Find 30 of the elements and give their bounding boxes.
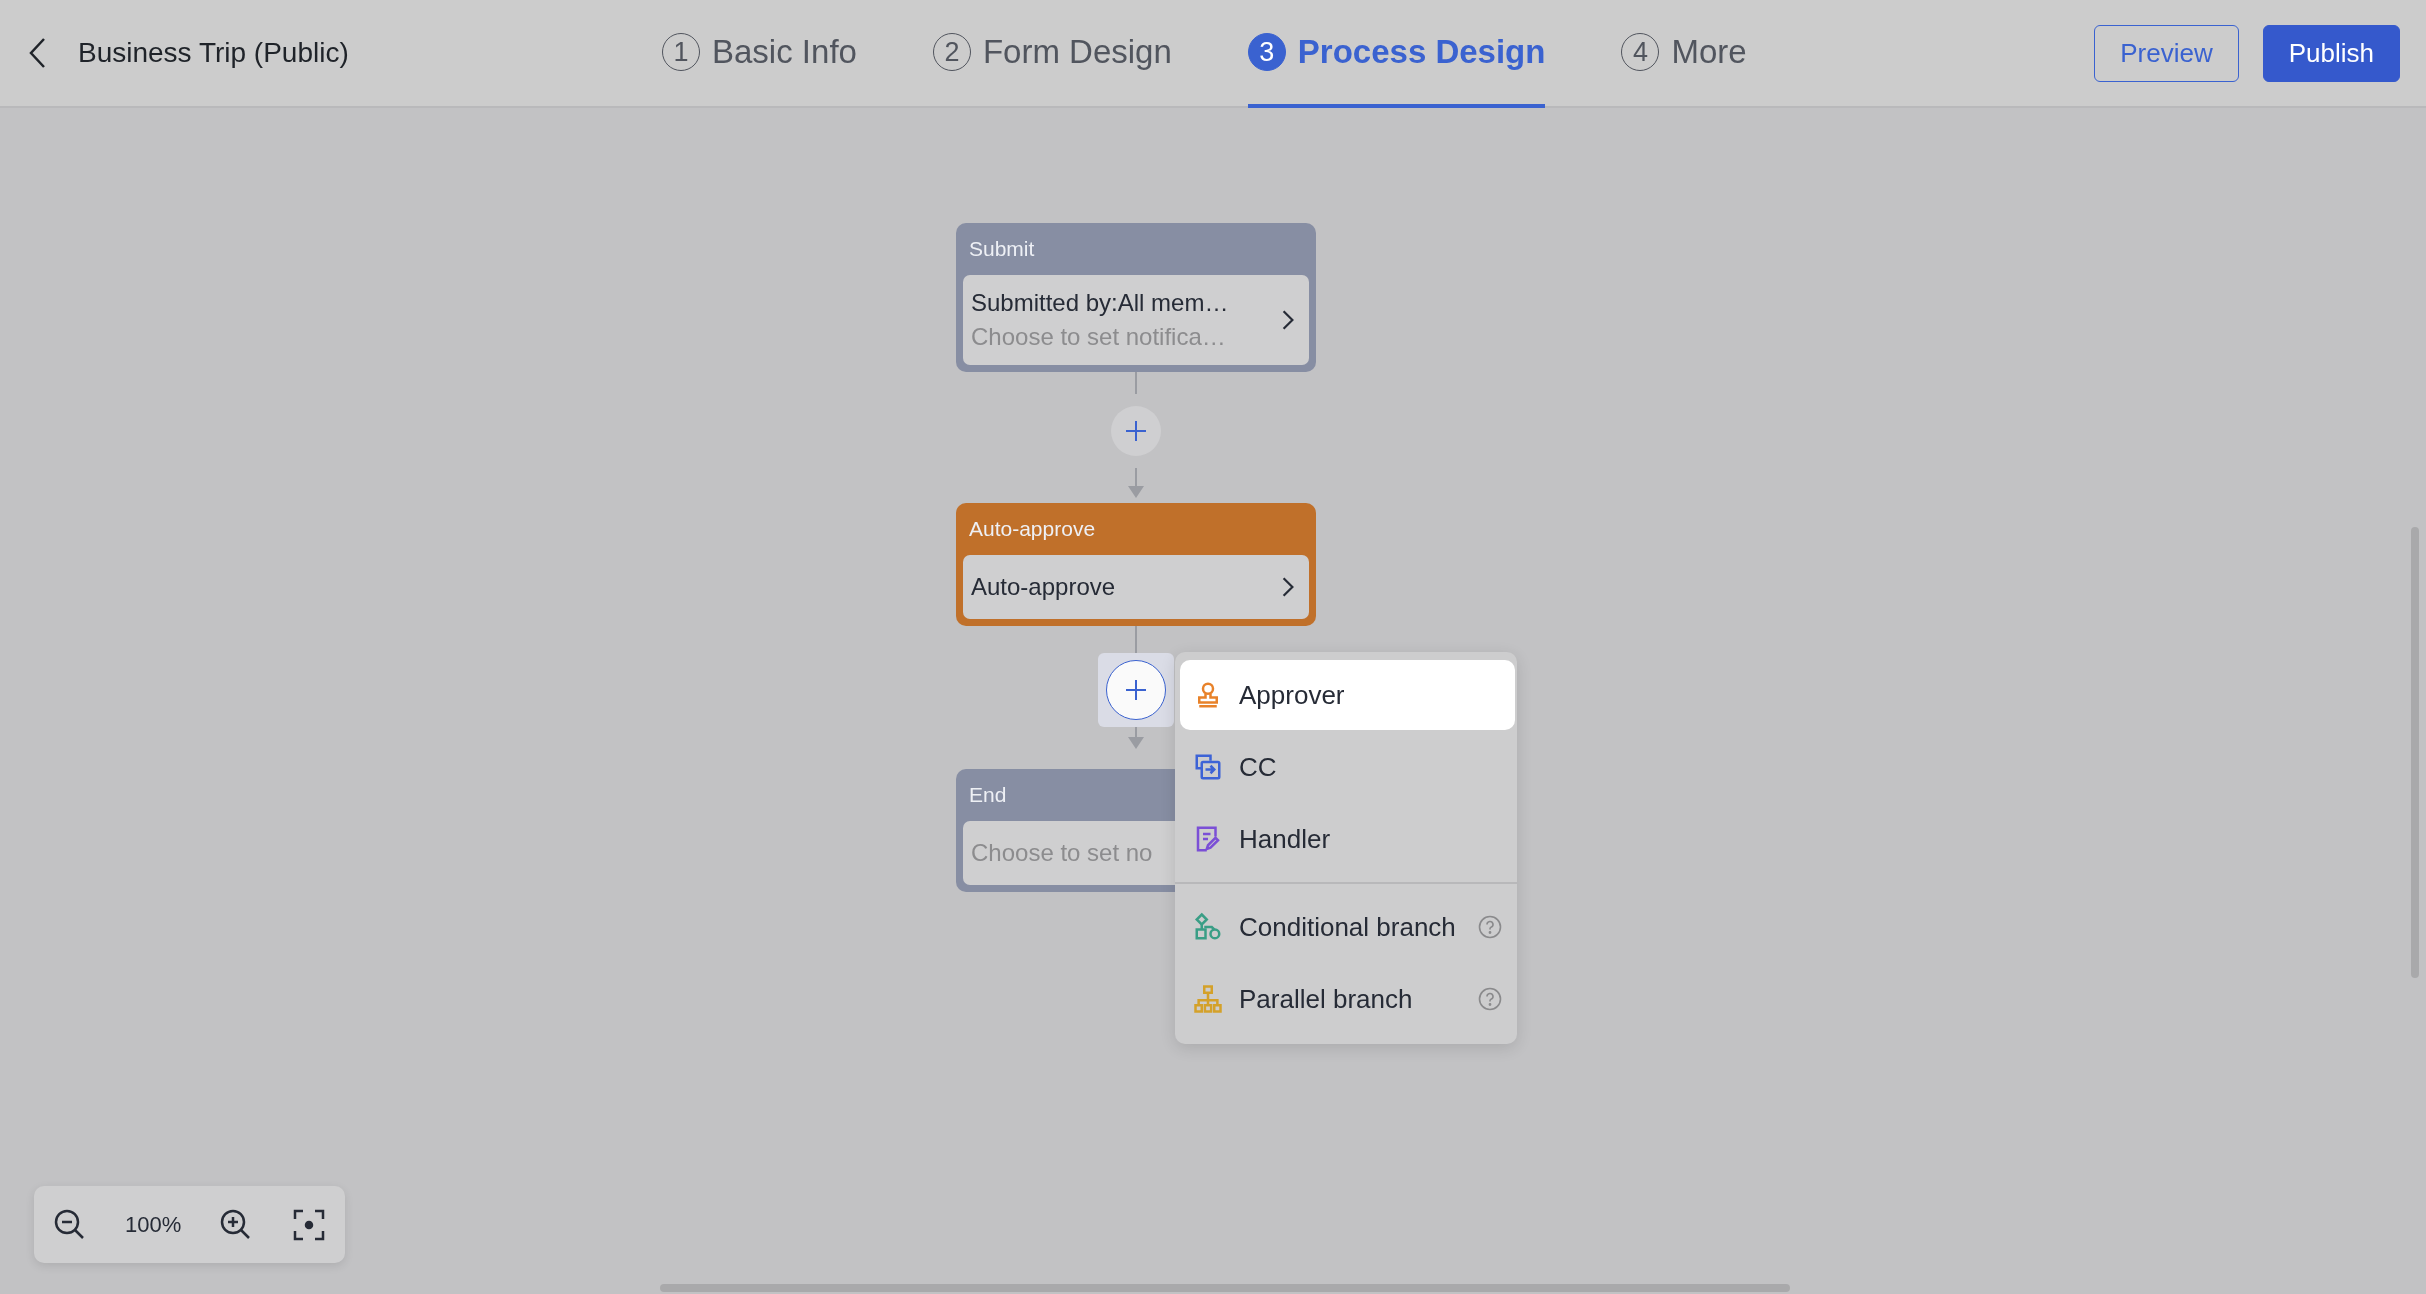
forward-icon [1193,752,1223,782]
node-text: Submitted by:All mem… [971,289,1229,317]
menu-item[interactable]: Parallel branch [1180,964,1515,1034]
hint-text: Choose to set no [971,839,1153,867]
vertical-scrollbar[interactable] [2411,527,2419,978]
add-button[interactable] [1106,660,1166,720]
menu-item[interactable]: Conditional branch [1180,892,1515,962]
step-tab[interactable]: 3 Process Design [1247,0,1546,108]
zoom-level-text: 100% [125,1211,182,1238]
horizontal-scrollbar[interactable] [660,1284,1790,1292]
node-text: Auto-approve [971,573,1116,601]
node-title: Submit [969,237,1035,261]
flow-node[interactable]: Submit Submitted by:All mem… Choose to set notifica… [956,223,1316,372]
plus-icon [1124,678,1148,702]
menu-item[interactable]: Approver [1180,660,1515,730]
page-title: Business Trip (Public) [78,37,349,69]
add-button[interactable] [1111,406,1161,456]
branch-shapes-icon [1193,912,1223,942]
node-card[interactable]: Submitted by:All mem… Choose to set notifica… [963,275,1309,365]
flow-node[interactable]: Auto-approve Auto-approve [956,503,1316,626]
hierarchy-icon [1193,984,1223,1014]
hint-text: Choose to set notifica… [971,323,1226,351]
node-title: Auto-approve [969,517,1096,541]
node-title: End [969,783,1007,807]
node-card[interactable]: Auto-approve [963,555,1309,619]
step-tab[interactable]: 2 Form Design [932,0,1172,108]
plus-icon [1124,419,1148,443]
step-tab[interactable]: 4 More [1621,0,1747,108]
step-tab[interactable]: 1 Basic Info [662,0,857,108]
publish-button[interactable]: Publish [2262,24,2400,82]
